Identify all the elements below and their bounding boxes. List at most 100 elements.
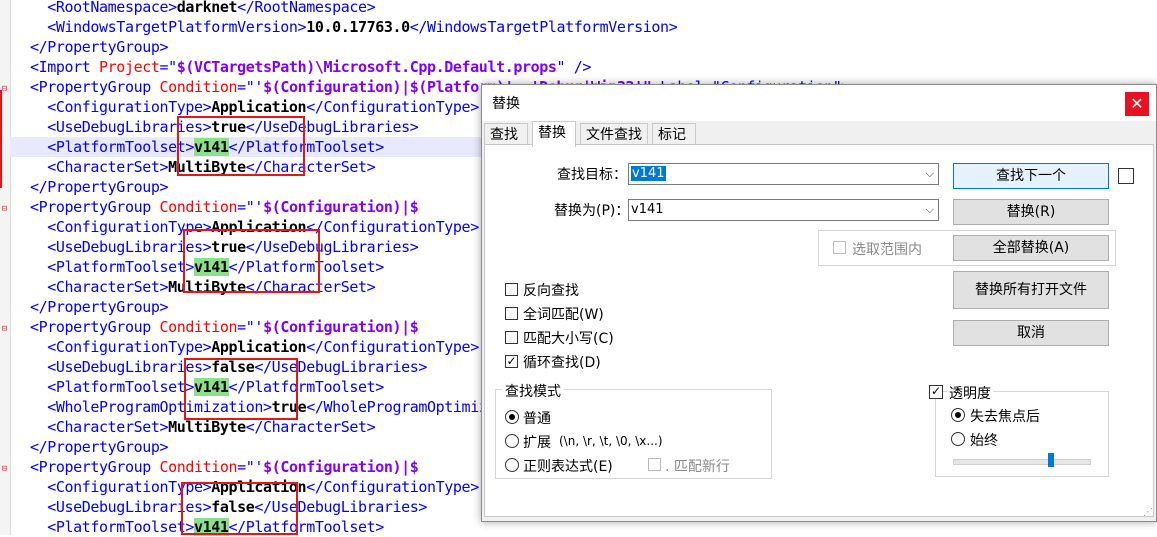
code-line[interactable]: <Import Project="$(VCTargetsPath)\Micros…	[10, 57, 591, 77]
code-line[interactable]: <ConfigurationType>Application</Configur…	[10, 97, 479, 117]
code-line[interactable]: <ConfigurationType>Application</Configur…	[10, 217, 479, 237]
code-token: </PropertyGroup>	[30, 38, 169, 56]
code-line[interactable]: <RootNamespace>darknet</RootNamespace>	[10, 0, 375, 17]
code-token: MultiByte	[168, 158, 246, 176]
code-token: false	[211, 498, 255, 516]
replace-value: v141	[631, 202, 664, 217]
close-icon[interactable]: ✕	[1125, 92, 1149, 116]
code-line[interactable]: <CharacterSet>MultiByte</CharacterSet>	[10, 417, 375, 437]
transparency-label: 透明度	[947, 383, 993, 403]
mode-normal-radio[interactable]	[505, 410, 519, 424]
dialog-title: 替换	[492, 96, 520, 112]
code-token: Condition	[159, 458, 238, 476]
tab-mark[interactable]: 标记	[652, 123, 696, 145]
transparency-slider-track[interactable]	[953, 459, 1091, 465]
code-token: <PlatformToolset>	[30, 378, 194, 396]
code-line[interactable]: <ConfigurationType>Application</Configur…	[10, 337, 479, 357]
code-token: MultiByte	[168, 278, 246, 296]
find-value: v141	[631, 166, 666, 181]
code-line[interactable]: <PropertyGroup Condition="'$(Configurati…	[10, 197, 419, 217]
code-token: ="	[159, 58, 177, 76]
code-token: </PlatformToolset>	[228, 138, 385, 156]
find-next-option-checkbox[interactable]	[1118, 168, 1134, 184]
on-lose-focus-label: 失去焦点后	[970, 409, 1040, 425]
code-token: <ConfigurationType>	[30, 98, 212, 116]
mode-normal-label: 普通	[523, 411, 551, 427]
code-token: darknet	[176, 0, 238, 16]
code-token: </ConfigurationType>	[306, 478, 479, 496]
fold-marker-icon[interactable]: ⊟	[0, 325, 9, 334]
replace-button[interactable]: 替换(R)	[953, 199, 1109, 225]
code-token: true	[211, 118, 246, 136]
chevron-down-icon[interactable]: ⌵	[926, 200, 934, 220]
code-token: Project	[99, 58, 160, 76]
backward-checkbox[interactable]	[505, 283, 518, 296]
code-line[interactable]: <PlatformToolset>v141</PlatformToolset>	[10, 517, 384, 537]
replace-input[interactable]: v141 ⌵	[628, 199, 939, 221]
code-token: <PropertyGroup	[30, 198, 160, 216]
replace-all-open-button[interactable]: 替换所有打开文件	[953, 271, 1109, 309]
code-line[interactable]: <UseDebugLibraries>false</UseDebugLibrar…	[10, 497, 427, 517]
replace-panel: 查找目标： v141 ⌵ 替换为(P)： v141 ⌵ 查找下一个 替换(R) …	[484, 144, 1154, 517]
fold-marker-icon[interactable]: ⊟	[0, 465, 9, 474]
tab-find-in-files[interactable]: 文件查找	[580, 123, 648, 145]
code-line[interactable]: </PropertyGroup>	[10, 177, 168, 197]
cancel-button[interactable]: 取消	[953, 320, 1109, 346]
chevron-down-icon[interactable]: ⌵	[926, 164, 934, 184]
find-input[interactable]: v141 ⌵	[628, 163, 939, 185]
dialog-titlebar[interactable]: 替换 ✕	[482, 85, 1156, 121]
tab-find[interactable]: 查找	[484, 123, 528, 145]
code-token: <PlatformToolset>	[30, 518, 194, 536]
code-token: </RootNamespace>	[237, 0, 376, 16]
in-selection-checkbox[interactable]	[833, 241, 846, 254]
code-token: ="'	[237, 318, 264, 336]
code-line[interactable]: <PropertyGroup Condition="'$(Configurati…	[10, 457, 419, 477]
tab-replace[interactable]: 替换	[532, 121, 576, 147]
code-line[interactable]: <WindowsTargetPlatformVersion>10.0.17763…	[10, 17, 677, 37]
code-line[interactable]: <PlatformToolset>v141</PlatformToolset>	[10, 257, 384, 277]
code-line[interactable]: <WholeProgramOptimization>true</WholePro…	[10, 397, 539, 417]
code-line[interactable]: <CharacterSet>MultiByte</CharacterSet>	[10, 277, 375, 297]
code-token: <PropertyGroup	[30, 318, 160, 336]
wrap-around-checkbox[interactable]: ✓	[505, 355, 518, 368]
code-line[interactable]: <ConfigurationType>Application</Configur…	[10, 477, 479, 497]
code-token: true	[271, 398, 307, 416]
code-token: </PropertyGroup>	[30, 438, 169, 456]
code-line[interactable]: </PropertyGroup>	[10, 297, 168, 317]
code-token: <CharacterSet>	[30, 158, 169, 176]
mode-extended-radio[interactable]	[505, 434, 519, 448]
code-token: <UseDebugLibraries>	[30, 118, 212, 136]
code-token: <UseDebugLibraries>	[30, 498, 212, 516]
backward-label: 反向查找	[523, 283, 579, 299]
code-line[interactable]: <CharacterSet>MultiByte</CharacterSet>	[10, 157, 375, 177]
code-token: $(Configuration)|$	[263, 198, 419, 216]
search-match: v141	[194, 378, 229, 396]
always-radio[interactable]	[951, 432, 965, 446]
code-token: ="'	[237, 78, 264, 96]
code-line[interactable]: <UseDebugLibraries>false</UseDebugLibrar…	[10, 357, 427, 377]
code-line[interactable]: <PlatformToolset>v141</PlatformToolset>	[10, 377, 384, 397]
code-token: <UseDebugLibraries>	[30, 238, 212, 256]
transparency-slider-thumb[interactable]	[1047, 453, 1054, 467]
fold-marker-icon[interactable]: ⊟	[0, 205, 9, 214]
code-token: </PlatformToolset>	[228, 518, 385, 536]
on-lose-focus-radio[interactable]	[951, 408, 965, 422]
find-next-button[interactable]: 查找下一个	[953, 163, 1109, 189]
code-token: <UseDebugLibraries>	[30, 358, 212, 376]
code-line[interactable]: <PropertyGroup Condition="'$(Configurati…	[10, 317, 419, 337]
mode-regex-radio[interactable]	[505, 458, 519, 472]
code-line[interactable]: <UseDebugLibraries>true</UseDebugLibrari…	[10, 237, 419, 257]
code-line[interactable]: </PropertyGroup>	[10, 37, 168, 57]
search-match: v141	[194, 138, 229, 156]
code-line[interactable]: </PropertyGroup>	[10, 437, 168, 457]
match-case-checkbox[interactable]	[505, 331, 518, 344]
transparency-checkbox[interactable]: ✓	[929, 385, 943, 399]
code-token: " />	[556, 58, 592, 76]
whole-word-checkbox[interactable]	[505, 307, 518, 320]
resize-grip-icon[interactable]: ⋰	[1143, 507, 1153, 518]
in-selection-label: 选取范围内	[852, 242, 922, 258]
code-token: <ConfigurationType>	[30, 218, 212, 236]
replace-all-button[interactable]: 全部替换(A)	[953, 235, 1109, 261]
code-line[interactable]: <UseDebugLibraries>true</UseDebugLibrari…	[10, 117, 419, 137]
dot-newline-checkbox[interactable]	[648, 458, 661, 471]
